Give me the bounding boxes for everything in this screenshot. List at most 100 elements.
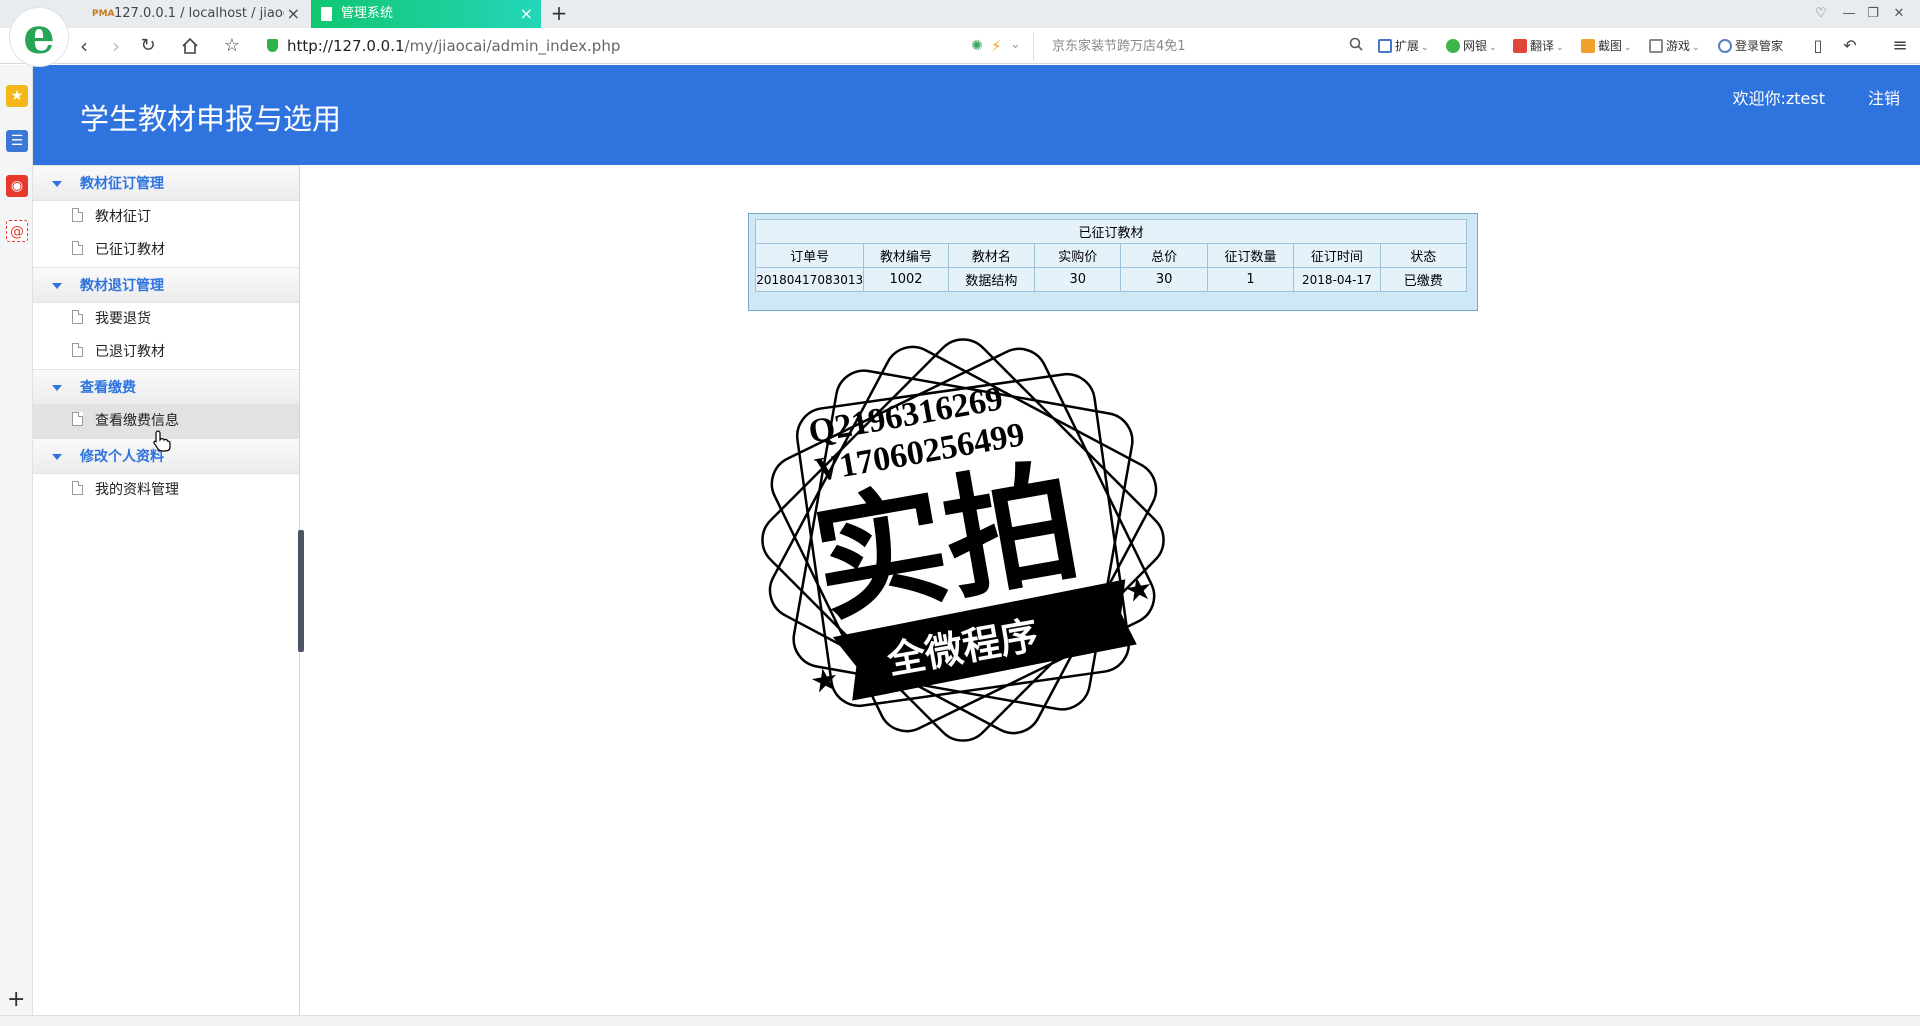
back-button[interactable]: ‹ bbox=[72, 34, 96, 58]
favorites-star-icon[interactable]: ★ bbox=[6, 85, 28, 107]
sidebar-menu: 教材征订管理 教材征订 已征订教材 教材退订管理 我要退货 已退订教材 查看缴费… bbox=[33, 165, 300, 1015]
refresh-shield-icon[interactable]: ✺ bbox=[971, 38, 983, 54]
logout-link[interactable]: 注销 bbox=[1868, 85, 1900, 109]
menu-item-return[interactable]: 我要退货 bbox=[33, 303, 299, 336]
extensions-icon bbox=[1378, 39, 1392, 53]
toolbar-label: 翻译 bbox=[1530, 39, 1555, 53]
undo-button[interactable]: ↶ bbox=[1838, 34, 1862, 58]
column-header: 教材名 bbox=[947, 243, 1036, 268]
translate-button[interactable]: 翻译 ⌄ bbox=[1513, 36, 1564, 56]
browser-tab-phpmyadmin[interactable]: PMA 127.0.0.1 / localhost / jiaocai × bbox=[86, 0, 308, 28]
minimize-button[interactable]: — bbox=[1838, 3, 1860, 25]
menu-item-label: 已退订教材 bbox=[95, 344, 165, 360]
lightning-icon[interactable]: ⚡ bbox=[991, 37, 1002, 55]
close-icon[interactable]: × bbox=[287, 0, 300, 28]
bookmark-star-button[interactable]: ☆ bbox=[220, 34, 244, 58]
hand-pointer-icon bbox=[153, 430, 171, 452]
menu-item-label: 查看缴费信息 bbox=[95, 413, 179, 429]
table-caption-row: 已征订教材 bbox=[755, 219, 1467, 244]
browser-tab-admin[interactable]: 管理系统 × bbox=[311, 0, 541, 28]
close-window-button[interactable]: ✕ bbox=[1888, 3, 1910, 25]
search-icon[interactable] bbox=[1349, 37, 1363, 51]
netbank-button[interactable]: 网银 ⌄ bbox=[1446, 36, 1497, 56]
welcome-text: 欢迎你:ztest bbox=[1732, 89, 1825, 108]
caret-down-icon bbox=[52, 385, 62, 391]
toolbar-label: 游戏 bbox=[1666, 39, 1691, 53]
caret-down-icon bbox=[52, 454, 62, 460]
table-cell: 数据结构 bbox=[947, 267, 1036, 292]
column-header: 状态 bbox=[1379, 243, 1468, 268]
table-cell: 已缴费 bbox=[1379, 267, 1468, 292]
translate-icon bbox=[1513, 39, 1527, 53]
url-text[interactable]: http://127.0.0.1/my/jiaocai/admin_index.… bbox=[287, 32, 620, 60]
caret-down-icon bbox=[52, 283, 62, 289]
home-button[interactable] bbox=[178, 34, 202, 58]
new-tab-button[interactable]: + bbox=[549, 0, 569, 28]
reload-button[interactable]: ↻ bbox=[136, 34, 160, 58]
toolbar-label: 扩展 bbox=[1395, 39, 1420, 53]
games-button[interactable]: 游戏 ⌄ bbox=[1649, 36, 1700, 56]
menu-item-ordered-textbooks[interactable]: 已征订教材 bbox=[33, 234, 299, 267]
sidebar-resize-handle[interactable] bbox=[298, 530, 304, 652]
netbank-icon bbox=[1446, 39, 1460, 53]
forward-button[interactable]: › bbox=[104, 34, 128, 58]
column-header: 实购价 bbox=[1034, 243, 1122, 268]
app-header: 学生教材申报与选用 欢迎你:ztest 注销 bbox=[33, 65, 1920, 165]
menu-group-label: 查看缴费 bbox=[80, 380, 136, 396]
login-manager-button[interactable]: 登录管家 bbox=[1718, 36, 1783, 56]
extensions-button[interactable]: 扩展 ⌄ bbox=[1378, 36, 1429, 56]
gamepad-icon bbox=[1649, 39, 1663, 53]
menu-group-label: 教材退订管理 bbox=[80, 278, 164, 294]
weibo-icon[interactable]: ◉ bbox=[6, 175, 28, 197]
reading-list-icon[interactable]: ☰ bbox=[6, 130, 28, 152]
table-cell: 20180417083013 bbox=[754, 267, 865, 292]
browser-logo[interactable]: e bbox=[10, 8, 68, 66]
column-header: 总价 bbox=[1120, 243, 1208, 268]
chevron-down-icon[interactable]: ⌄ bbox=[1010, 37, 1021, 52]
menu-group-label: 教材征订管理 bbox=[80, 176, 164, 192]
column-header: 教材编号 bbox=[863, 243, 949, 268]
orders-table: 已征订教材 订单号 教材编号 教材名 实购价 总价 征订数量 征订时间 状态 2… bbox=[754, 219, 1468, 292]
column-header: 征订时间 bbox=[1293, 243, 1381, 268]
url-host: http://127.0.0.1 bbox=[287, 37, 405, 55]
restore-button[interactable]: ❐ bbox=[1862, 3, 1884, 25]
table-cell: 30 bbox=[1120, 267, 1208, 292]
star-icon: ★ bbox=[807, 659, 842, 701]
menu-item-order-textbook[interactable]: 教材征订 bbox=[33, 201, 299, 234]
add-sidebar-item-button[interactable]: + bbox=[7, 989, 25, 1011]
menu-item-my-profile[interactable]: 我的资料管理 bbox=[33, 474, 299, 507]
document-icon bbox=[72, 208, 83, 222]
table-caption: 已征订教材 bbox=[755, 219, 1467, 244]
url-path: /my/jiaocai/admin_index.php bbox=[404, 37, 621, 55]
document-icon bbox=[72, 310, 83, 324]
menu-item-label: 教材征订 bbox=[95, 209, 151, 225]
menu-item-returned-textbooks[interactable]: 已退订教材 bbox=[33, 336, 299, 369]
document-icon bbox=[72, 343, 83, 357]
menu-item-label: 我的资料管理 bbox=[95, 482, 179, 498]
toolbar-label: 网银 bbox=[1463, 39, 1488, 53]
home-icon bbox=[182, 37, 198, 54]
menu-group-payment[interactable]: 查看缴费 bbox=[33, 369, 299, 405]
browser-tab-bar: PMA 127.0.0.1 / localhost / jiaocai × 管理… bbox=[0, 0, 1920, 28]
close-icon[interactable]: × bbox=[520, 0, 533, 28]
browser-status-bar bbox=[0, 1015, 1920, 1026]
tab-title: 管理系统 bbox=[341, 6, 394, 21]
document-icon bbox=[72, 412, 83, 426]
address-bar[interactable]: http://127.0.0.1/my/jiaocai/admin_index.… bbox=[263, 32, 1023, 60]
reading-mode-button[interactable]: ▯ bbox=[1806, 34, 1830, 58]
search-input[interactable] bbox=[1052, 32, 1332, 60]
table-row: 20180417083013 1002 数据结构 30 30 1 2018-04… bbox=[754, 267, 1468, 292]
browser-e-logo-icon: e bbox=[23, 6, 55, 65]
menu-item-label: 我要退货 bbox=[95, 311, 151, 327]
table-cell: 30 bbox=[1034, 267, 1122, 292]
screenshot-button[interactable]: 截图 ⌄ bbox=[1581, 36, 1632, 56]
star-icon: ★ bbox=[1121, 568, 1156, 610]
table-header-row: 订单号 教材编号 教材名 实购价 总价 征订数量 征订时间 状态 bbox=[754, 243, 1468, 268]
document-icon bbox=[72, 241, 83, 255]
menu-group-order-management[interactable]: 教材征订管理 bbox=[33, 165, 299, 201]
mail-at-icon[interactable]: @ bbox=[6, 220, 28, 242]
menu-group-return-management[interactable]: 教材退订管理 bbox=[33, 267, 299, 303]
skin-icon[interactable]: ♡ bbox=[1810, 3, 1832, 25]
menu-icon[interactable]: ≡ bbox=[1888, 34, 1912, 58]
toolbar-label: 登录管家 bbox=[1735, 39, 1784, 53]
